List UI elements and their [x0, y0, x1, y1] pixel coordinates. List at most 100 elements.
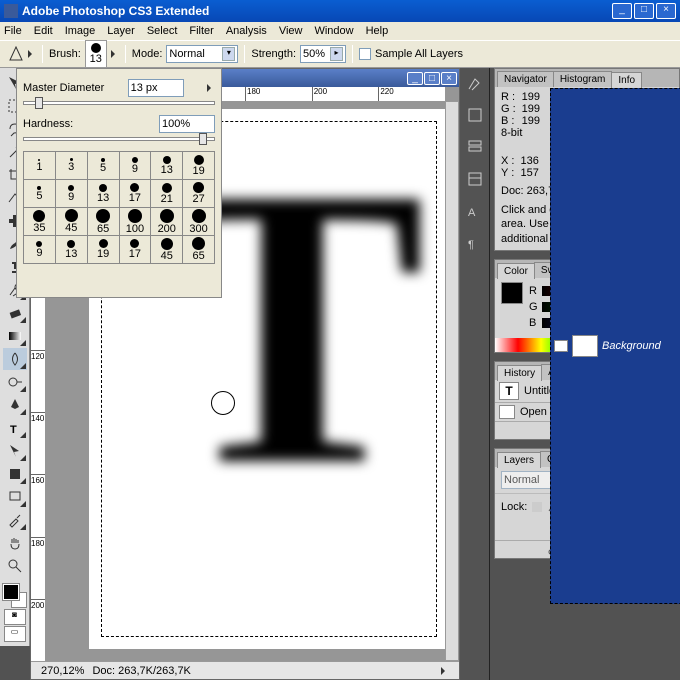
brush-tip[interactable]: 5	[24, 180, 56, 208]
clone-source-icon[interactable]	[466, 106, 484, 124]
brush-tip[interactable]: 200	[151, 208, 183, 236]
scrollbar-vertical[interactable]	[445, 101, 459, 661]
brush-tip[interactable]: 13	[88, 180, 120, 208]
close-button[interactable]: ×	[656, 3, 676, 19]
brush-tip[interactable]: 65	[183, 236, 215, 264]
brush-tip[interactable]: 9	[24, 236, 56, 264]
minimize-button[interactable]: _	[612, 3, 632, 19]
tab-navigator[interactable]: Navigator	[497, 71, 554, 87]
app-icon	[4, 4, 18, 18]
menu-window[interactable]: Window	[314, 25, 353, 37]
sample-all-checkbox[interactable]	[359, 48, 371, 60]
svg-text:T: T	[10, 424, 17, 436]
brush-tip[interactable]: 100	[120, 208, 152, 236]
master-diameter-slider[interactable]	[23, 101, 215, 105]
layer-background[interactable]: T Background	[550, 88, 680, 604]
tab-histogram[interactable]: Histogram	[553, 71, 613, 87]
menu-view[interactable]: View	[279, 25, 303, 37]
brush-tip[interactable]: 9	[120, 152, 152, 180]
doc-close[interactable]: ×	[441, 72, 457, 85]
screen-mode-button[interactable]: ▭	[4, 626, 26, 642]
lock-transparency-icon[interactable]	[531, 501, 543, 513]
maximize-button[interactable]: □	[634, 3, 654, 19]
brush-tip[interactable]: 17	[120, 236, 152, 264]
brush-tip[interactable]: 21	[151, 180, 183, 208]
strength-input[interactable]: 50%▸	[300, 45, 346, 63]
brush-dropdown[interactable]	[111, 50, 119, 58]
collapsed-panels: A ¶	[460, 68, 490, 680]
color-swatch[interactable]	[3, 584, 27, 608]
brush-tip[interactable]: 45	[151, 236, 183, 264]
eyedropper-tool[interactable]	[3, 509, 27, 531]
brush-tip[interactable]: 27	[183, 180, 215, 208]
quick-mask-button[interactable]: ◙	[4, 609, 26, 625]
menu-select[interactable]: Select	[147, 25, 178, 37]
gradient-tool[interactable]	[3, 325, 27, 347]
mode-label: Mode:	[132, 48, 163, 60]
hand-tool[interactable]	[3, 532, 27, 554]
strength-label: Strength:	[251, 48, 296, 60]
foreground-color[interactable]	[501, 282, 523, 304]
menu-help[interactable]: Help	[366, 25, 389, 37]
brush-tip[interactable]: 3	[56, 152, 88, 180]
menu-filter[interactable]: Filter	[189, 25, 213, 37]
character-panel-icon[interactable]: A	[466, 202, 484, 220]
brush-tip[interactable]: 13	[56, 236, 88, 264]
master-diameter-input[interactable]: 13 px	[128, 79, 184, 97]
tab-info[interactable]: Info	[611, 72, 642, 88]
doc-maximize[interactable]: □	[424, 72, 440, 85]
layer-comps-icon[interactable]	[466, 170, 484, 188]
brush-tip[interactable]: 45	[56, 208, 88, 236]
app-title: Adobe Photoshop CS3 Extended	[22, 4, 612, 18]
dodge-tool[interactable]	[3, 371, 27, 393]
zoom-level[interactable]: 270,12%	[41, 665, 84, 677]
blur-tool[interactable]	[3, 348, 27, 370]
brush-popup-menu[interactable]	[207, 84, 215, 92]
paragraph-panel-icon[interactable]: ¶	[466, 234, 484, 252]
zoom-tool[interactable]	[3, 555, 27, 577]
brush-tips-grid: 1359131959131721273545651002003009131917…	[23, 151, 215, 264]
tab-history[interactable]: History	[497, 365, 542, 381]
menu-edit[interactable]: Edit	[34, 25, 53, 37]
path-select-tool[interactable]	[3, 440, 27, 462]
tool-presets-icon[interactable]	[466, 138, 484, 156]
brush-cursor	[211, 391, 235, 415]
menu-image[interactable]: Image	[65, 25, 96, 37]
tab-layers[interactable]: Layers	[497, 452, 541, 468]
brush-tip[interactable]: 300	[183, 208, 215, 236]
visibility-toggle[interactable]	[554, 340, 568, 352]
svg-text:¶: ¶	[468, 239, 474, 251]
pen-tool[interactable]	[3, 394, 27, 416]
brush-tip[interactable]: 19	[88, 236, 120, 264]
sample-all-label: Sample All Layers	[375, 48, 463, 60]
brush-tip[interactable]: 35	[24, 208, 56, 236]
notes-tool[interactable]	[3, 486, 27, 508]
svg-text:A: A	[468, 207, 476, 219]
hardness-label: Hardness:	[23, 118, 73, 130]
tab-color[interactable]: Color	[497, 263, 535, 279]
doc-size: Doc: 263,7K/263,7K	[92, 665, 190, 677]
status-menu[interactable]	[441, 667, 449, 675]
brush-tip[interactable]: 19	[183, 152, 215, 180]
mode-select[interactable]: Normal▾	[166, 45, 238, 63]
brush-tip[interactable]: 9	[56, 180, 88, 208]
tool-preset-dropdown[interactable]	[28, 50, 36, 58]
shape-tool[interactable]	[3, 463, 27, 485]
brushes-panel-icon[interactable]	[466, 74, 484, 92]
brush-label: Brush:	[49, 48, 81, 60]
menu-layer[interactable]: Layer	[107, 25, 135, 37]
doc-minimize[interactable]: _	[407, 72, 423, 85]
brush-tip[interactable]: 5	[88, 152, 120, 180]
brush-tip[interactable]: 17	[120, 180, 152, 208]
menu-file[interactable]: File	[4, 25, 22, 37]
menu-analysis[interactable]: Analysis	[226, 25, 267, 37]
status-bar: 270,12% Doc: 263,7K/263,7K	[31, 661, 459, 679]
brush-tip[interactable]: 13	[151, 152, 183, 180]
brush-tip[interactable]: 1	[24, 152, 56, 180]
hardness-slider[interactable]	[23, 137, 215, 141]
brush-tip[interactable]: 65	[88, 208, 120, 236]
eraser-tool[interactable]	[3, 302, 27, 324]
hardness-input[interactable]: 100%	[159, 115, 215, 133]
type-tool[interactable]: T	[3, 417, 27, 439]
brush-picker[interactable]: 13	[85, 40, 107, 68]
